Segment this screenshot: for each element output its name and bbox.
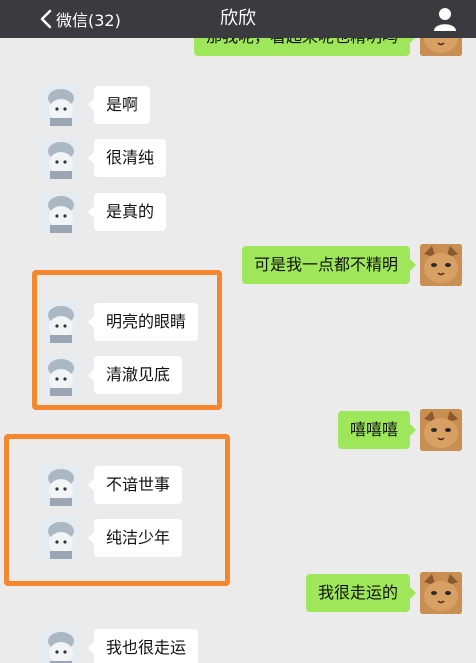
message-bubble-received[interactable]: 纯洁少年 <box>87 519 183 557</box>
cloud-avatar[interactable] <box>40 301 82 343</box>
cloud-avatar[interactable] <box>40 517 82 559</box>
message-bubble-received[interactable]: 明亮的眼睛 <box>87 303 199 341</box>
message-bubble-received[interactable]: 不谙世事 <box>87 466 183 504</box>
message-row-right: 那我呢，看起来呢也精明吗 <box>0 38 476 66</box>
message-bubble-sent[interactable]: 可是我一点都不精明 <box>241 246 417 284</box>
cloud-avatar[interactable] <box>40 137 82 179</box>
cloud-avatar[interactable] <box>40 464 82 506</box>
cloud-avatar[interactable] <box>40 84 82 126</box>
message-bubble-received[interactable]: 我也很走运 <box>87 629 199 663</box>
message-bubble-received[interactable]: 是真的 <box>87 193 167 231</box>
cat-face-icon <box>420 572 462 614</box>
cloud-character-icon <box>40 354 82 396</box>
message-bubble-sent[interactable]: 我很走运的 <box>305 574 417 612</box>
message-row-left: 不谙世事 <box>0 464 476 508</box>
message-row-right: 我很走运的 <box>0 572 476 616</box>
cat-face-icon <box>420 38 462 56</box>
highlight-box <box>4 434 230 586</box>
cloud-avatar[interactable] <box>40 354 82 396</box>
cloud-character-icon <box>40 84 82 126</box>
person-icon <box>434 8 456 31</box>
message-row-left: 是真的 <box>0 191 476 235</box>
message-bubble-received[interactable]: 清澈见底 <box>87 356 183 394</box>
message-bubble-received[interactable]: 是啊 <box>87 86 151 124</box>
message-row-left: 纯洁少年 <box>0 517 476 561</box>
message-bubble-received[interactable]: 很清纯 <box>87 139 167 177</box>
message-row-left: 我也很走运 <box>0 627 476 663</box>
chevron-left-icon <box>40 9 52 29</box>
cloud-character-icon <box>40 191 82 233</box>
cloud-character-icon <box>40 517 82 559</box>
message-row-right: 可是我一点都不精明 <box>0 244 476 288</box>
cloud-character-icon <box>40 301 82 343</box>
chat-area[interactable]: 那我呢，看起来呢也精明吗 是啊 <box>0 38 476 663</box>
message-row-right: 嘻嘻嘻 <box>0 409 476 453</box>
cloud-avatar[interactable] <box>40 627 82 663</box>
cloud-character-icon <box>40 627 82 663</box>
message-row-left: 很清纯 <box>0 137 476 181</box>
cat-face-icon <box>420 244 462 286</box>
back-button[interactable]: 微信(32) <box>40 0 121 38</box>
back-label: 微信(32) <box>56 11 121 30</box>
cloud-character-icon <box>40 464 82 506</box>
profile-button[interactable] <box>432 6 458 32</box>
cloud-avatar[interactable] <box>40 191 82 233</box>
message-row-left: 清澈见底 <box>0 354 476 398</box>
cat-face-icon <box>420 409 462 451</box>
message-row-left: 明亮的眼睛 <box>0 301 476 345</box>
message-row-left: 是啊 <box>0 84 476 128</box>
cloud-character-icon <box>40 137 82 179</box>
cat-avatar[interactable] <box>420 572 462 614</box>
cat-avatar[interactable] <box>420 409 462 451</box>
message-bubble-sent[interactable]: 嘻嘻嘻 <box>337 411 417 449</box>
cat-avatar[interactable] <box>420 244 462 286</box>
cat-avatar[interactable] <box>420 38 462 56</box>
message-bubble-sent[interactable]: 那我呢，看起来呢也精明吗 <box>193 38 417 56</box>
nav-bar: 微信(32) 欣欣 <box>0 0 476 38</box>
